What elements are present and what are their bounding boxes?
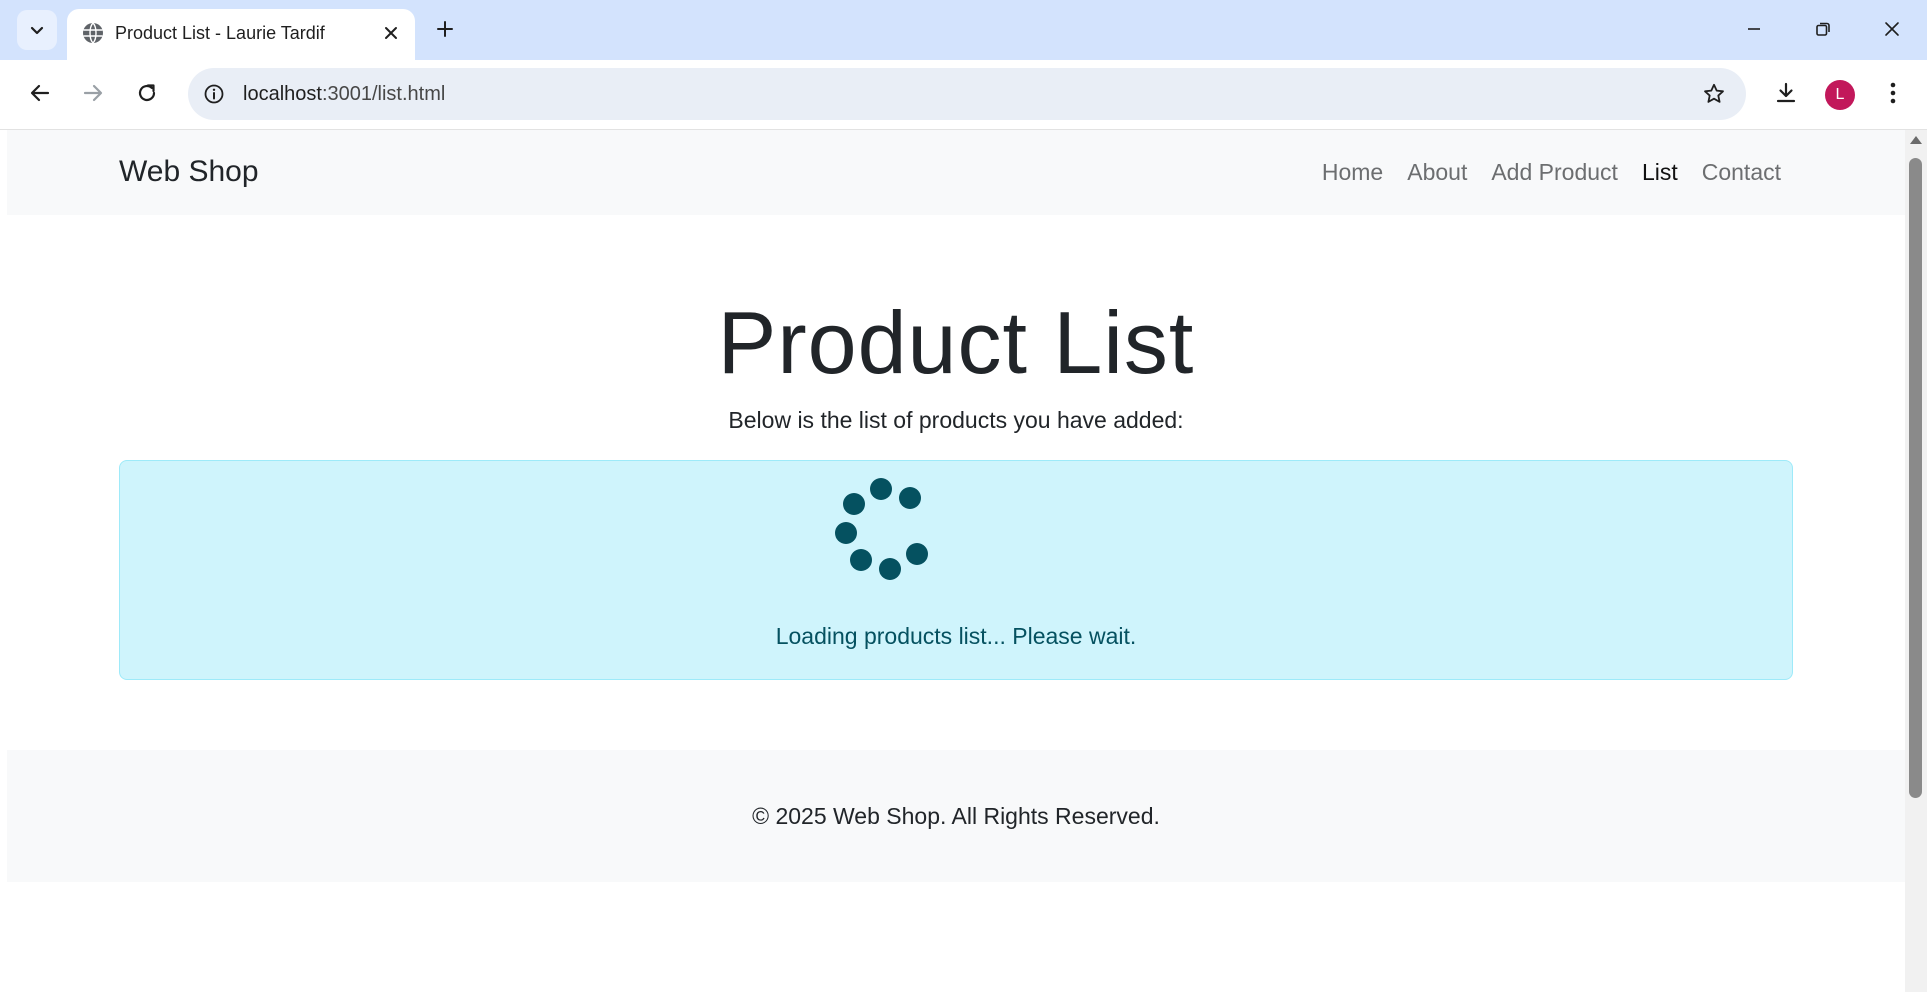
info-icon: [204, 84, 224, 104]
site-navbar: Web Shop Home About Add Product List Con…: [7, 130, 1905, 215]
tab-strip: Product List - Laurie Tardif: [0, 0, 1927, 60]
scrollbar-thumb[interactable]: [1909, 158, 1922, 798]
chevron-down-icon: [30, 26, 44, 35]
minimize-button[interactable]: [1731, 8, 1777, 50]
more-vertical-icon: [1890, 82, 1896, 104]
restore-button[interactable]: [1800, 8, 1846, 50]
loading-message: Loading products list... Please wait.: [775, 623, 1137, 649]
close-tab-button[interactable]: [377, 19, 405, 47]
forward-button[interactable]: [73, 73, 113, 113]
back-button[interactable]: [20, 73, 60, 113]
active-tab[interactable]: Product List - Laurie Tardif: [67, 9, 415, 60]
forward-arrow-icon: [83, 84, 103, 102]
page-scrollbar[interactable]: [1905, 130, 1927, 992]
page-viewport: Web Shop Home About Add Product List Con…: [7, 130, 1905, 992]
brand-link[interactable]: Web Shop: [119, 154, 259, 190]
loading-alert: Loading products list... Please wait.: [119, 460, 1793, 680]
site-info-button[interactable]: [200, 80, 228, 108]
downloads-button[interactable]: [1766, 73, 1806, 113]
tab-search-button[interactable]: [17, 10, 57, 50]
nav-link-list[interactable]: List: [1642, 157, 1678, 187]
browser-toolbar: localhost:3001/list.html L: [0, 60, 1927, 130]
download-icon: [1776, 82, 1796, 103]
plus-icon: [437, 21, 453, 37]
reload-icon: [138, 84, 156, 102]
minimize-icon: [1748, 28, 1760, 30]
scroll-up-arrow-icon[interactable]: [1910, 136, 1922, 144]
tab-title: Product List - Laurie Tardif: [115, 23, 325, 43]
site-footer: © 2025 Web Shop. All Rights Reserved.: [7, 750, 1905, 882]
nav-link-about[interactable]: About: [1407, 157, 1467, 187]
back-arrow-icon: [30, 84, 50, 102]
bookmark-button[interactable]: [1700, 80, 1728, 108]
profile-avatar[interactable]: L: [1825, 80, 1855, 110]
nav-link-home[interactable]: Home: [1322, 157, 1383, 187]
globe-icon: [83, 22, 103, 44]
restore-icon: [1816, 22, 1830, 36]
url-path: :3001/list.html: [321, 83, 446, 105]
url-text: localhost:3001/list.html: [243, 81, 445, 107]
browser-menu-button[interactable]: [1873, 73, 1913, 113]
footer-copyright: © 2025 Web Shop. All Rights Reserved.: [752, 803, 1160, 829]
loading-spinner-icon: [835, 478, 928, 580]
close-window-button[interactable]: [1869, 8, 1915, 50]
new-tab-button[interactable]: [428, 12, 462, 46]
url-host: localhost: [243, 83, 322, 105]
nav-links: Home About Add Product List Contact: [1322, 157, 1781, 187]
page-subtitle: Below is the list of products you have a…: [728, 407, 1184, 433]
page-title: Product List: [717, 293, 1195, 392]
close-icon: [1885, 22, 1899, 36]
address-bar[interactable]: localhost:3001/list.html: [188, 68, 1746, 120]
close-icon: [385, 27, 397, 39]
star-icon: [1704, 83, 1724, 103]
reload-button[interactable]: [127, 73, 167, 113]
nav-link-contact[interactable]: Contact: [1702, 157, 1781, 187]
nav-link-add-product[interactable]: Add Product: [1491, 157, 1618, 187]
